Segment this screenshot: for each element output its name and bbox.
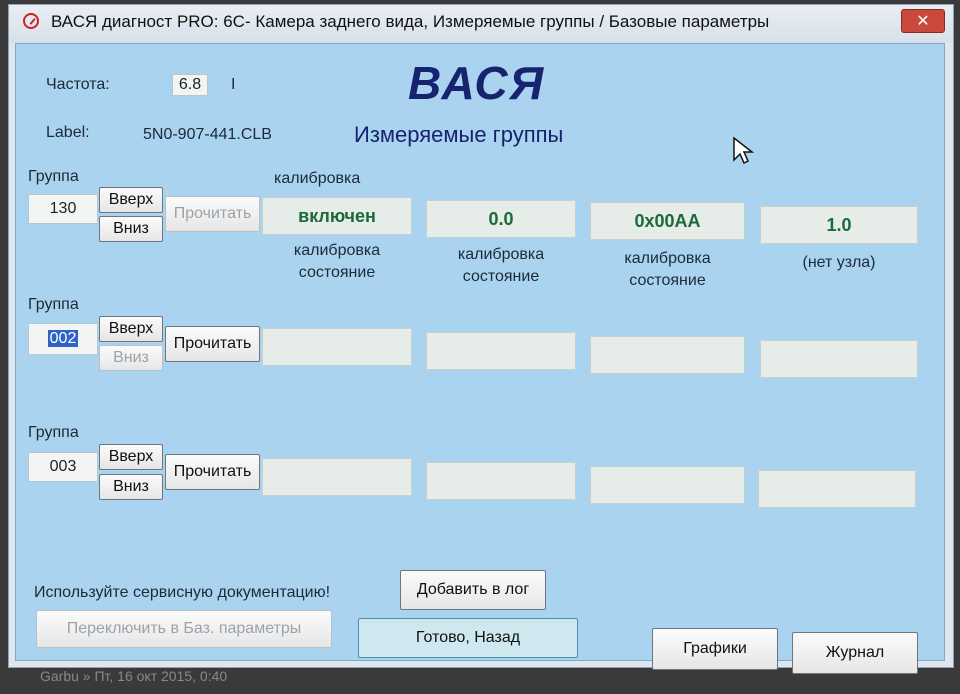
group-1-value-1: включен (262, 197, 412, 235)
group-2-value-3 (590, 336, 745, 374)
group-2-value-4 (760, 340, 918, 378)
section-title: Измеряемые группы (354, 122, 564, 147)
group-1-number-input[interactable]: 130 (28, 194, 98, 224)
group-1-caption-3: калибровка состояние (624, 250, 711, 289)
graphs-button[interactable]: Графики (652, 628, 778, 670)
group-1-caption-4: (нет узла) (802, 254, 876, 271)
group-3-number-input[interactable]: 003 (28, 452, 98, 482)
group-1-caption-1: калибровка состояние (293, 242, 381, 281)
group-1-label: Группа (28, 168, 79, 185)
close-button[interactable]: ✕ (901, 9, 945, 33)
group-2-value-2 (426, 332, 576, 370)
group-3-value-2 (426, 462, 576, 500)
group-1-calibration-title: калибровка (274, 170, 361, 187)
group-2-number-input[interactable]: 002 (28, 323, 98, 355)
label-caption: Label: (46, 124, 90, 141)
group-3-up-button[interactable]: Вверх (99, 444, 163, 470)
frequency-label: Частота: (46, 76, 110, 93)
frequency-indicator: I (231, 76, 236, 93)
window-title: ВАСЯ диагност PRO: 6C- Камера заднего ви… (51, 12, 770, 31)
group-1-down-button[interactable]: Вниз (99, 216, 163, 242)
group-3-value-4 (758, 470, 916, 508)
desktop-background-text: Garbu » Пт, 16 окт 2015, 0:40 (40, 668, 228, 684)
group-1-value-4: 1.0 (760, 206, 918, 244)
group-2-up-button[interactable]: Вверх (99, 316, 163, 342)
journal-button[interactable]: Журнал (792, 632, 918, 674)
group-1-value-2: 0.0 (426, 200, 576, 238)
group-3-down-button[interactable]: Вниз (99, 474, 163, 500)
group-2-number-selected: 002 (47, 330, 79, 347)
group-2-value-1 (262, 328, 412, 366)
group-3-value-1 (262, 458, 412, 496)
group-1-value-3: 0x00AA (590, 202, 745, 240)
frequency-value: 6.8 (172, 74, 208, 96)
group-2-down-button[interactable]: Вниз (99, 345, 163, 371)
app-icon (23, 13, 39, 29)
group-1-read-button[interactable]: Прочитать (165, 196, 260, 232)
group-2-read-button[interactable]: Прочитать (165, 326, 260, 362)
label-file: 5N0-907-441.CLB (143, 126, 272, 143)
group-1-up-button[interactable]: Вверх (99, 187, 163, 213)
title-bar: ВАСЯ диагност PRO: 6C- Камера заднего ви… (9, 5, 953, 43)
main-panel: Частота: 6.8 I ВАСЯ Label: 5N0-907-441.C… (15, 43, 945, 674)
switch-basic-params-button[interactable]: Переключить в Баз. параметры (36, 610, 332, 648)
service-doc-notice: Используйте сервисную документацию! (34, 584, 331, 601)
group-3-label: Группа (28, 424, 79, 441)
mouse-cursor-icon (733, 136, 754, 165)
group-3-read-button[interactable]: Прочитать (165, 454, 260, 490)
group-3-value-3 (590, 466, 745, 504)
vasya-logo: ВАСЯ (408, 57, 546, 109)
group-1-caption-2: калибровка состояние (457, 246, 545, 285)
add-to-log-button[interactable]: Добавить в лог (400, 570, 546, 610)
group-2-label: Группа (28, 296, 79, 313)
done-back-button[interactable]: Готово, Назад (358, 618, 578, 658)
app-window: ВАСЯ диагност PRO: 6C- Камера заднего ви… (8, 4, 954, 674)
